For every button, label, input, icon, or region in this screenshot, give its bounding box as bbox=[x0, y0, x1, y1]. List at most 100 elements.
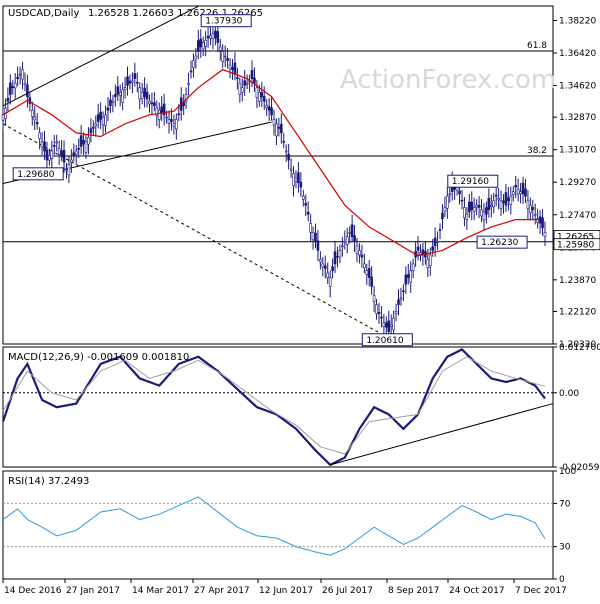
candle-body bbox=[541, 217, 544, 229]
candle-body bbox=[319, 259, 322, 263]
candle-body bbox=[448, 193, 452, 196]
candle-body bbox=[392, 317, 395, 331]
candle-body bbox=[358, 250, 361, 256]
candle-body bbox=[524, 188, 527, 197]
candle-body bbox=[441, 212, 444, 220]
candle-body bbox=[499, 200, 503, 209]
candle-body bbox=[177, 113, 181, 116]
candle-body bbox=[492, 200, 496, 208]
price-tick-label: 1.32870 bbox=[559, 113, 596, 123]
candle-body bbox=[79, 135, 83, 147]
candle-body bbox=[341, 245, 344, 248]
candle-body bbox=[23, 82, 27, 86]
rsi-tick-label: 30 bbox=[559, 543, 571, 553]
candle-body bbox=[62, 150, 66, 163]
price-tick-label: 1.31070 bbox=[559, 146, 596, 156]
candle-body bbox=[138, 87, 142, 100]
candle-body bbox=[65, 168, 68, 171]
candle-body bbox=[111, 100, 115, 103]
candle-body bbox=[243, 80, 247, 86]
candle-body bbox=[245, 82, 249, 85]
candle-body bbox=[345, 236, 349, 245]
x-tick-label: 7 Dec 2017 bbox=[515, 586, 567, 596]
candle-body bbox=[419, 252, 422, 255]
x-tick-label: 26 Jul 2017 bbox=[322, 586, 373, 596]
candle-body bbox=[433, 237, 437, 247]
candle-body bbox=[165, 116, 168, 119]
candle-body bbox=[126, 76, 129, 86]
candle-body bbox=[367, 268, 371, 278]
moving-average-line bbox=[2, 68, 541, 257]
candle-body bbox=[150, 102, 154, 105]
candle-body bbox=[175, 119, 178, 130]
candle-body bbox=[67, 164, 71, 176]
candle-body bbox=[438, 229, 442, 231]
candle-body bbox=[338, 250, 342, 258]
candle-body bbox=[404, 274, 408, 285]
candle-body bbox=[311, 231, 315, 241]
candle-body bbox=[409, 270, 413, 283]
candle-body bbox=[87, 137, 90, 145]
rsi-panel-frame bbox=[2, 470, 554, 580]
candle-body bbox=[43, 141, 46, 152]
candle-body bbox=[121, 89, 124, 103]
candle-body bbox=[9, 82, 12, 95]
candle-body bbox=[511, 191, 515, 195]
candle-body bbox=[304, 203, 308, 206]
candle-body bbox=[60, 150, 63, 156]
candle-body bbox=[475, 204, 478, 208]
price-annotation-label: 1.37930 bbox=[205, 17, 242, 27]
candle-body bbox=[84, 141, 88, 153]
candle-body bbox=[145, 91, 149, 100]
candle-body bbox=[21, 69, 24, 80]
watermark: ActionForex.com bbox=[340, 65, 556, 95]
price-marker-label: 1.25980 bbox=[557, 241, 594, 251]
x-tick-label: 27 Jan 2017 bbox=[66, 586, 120, 596]
candle-body bbox=[399, 297, 403, 300]
candle-body bbox=[262, 96, 266, 102]
candle-body bbox=[148, 100, 151, 105]
candle-body bbox=[323, 265, 327, 269]
candle-body bbox=[1, 114, 5, 121]
x-tick-label: 27 Apr 2017 bbox=[194, 586, 250, 596]
candle-body bbox=[128, 80, 132, 84]
candle-body bbox=[214, 30, 217, 39]
candle-body bbox=[326, 272, 330, 278]
candle-body bbox=[253, 77, 256, 84]
candle-body bbox=[482, 211, 486, 221]
candle-body bbox=[204, 39, 207, 47]
candle-body bbox=[52, 144, 56, 147]
x-tick-label: 12 Jun 2017 bbox=[259, 586, 313, 596]
candle-body bbox=[472, 207, 476, 212]
candle-body bbox=[240, 87, 244, 93]
candle-body bbox=[497, 198, 500, 201]
price-tick-label: 1.29270 bbox=[559, 178, 596, 188]
candle-body bbox=[426, 259, 430, 268]
candle-body bbox=[411, 263, 415, 272]
moving-average bbox=[2, 68, 541, 257]
macd-tick-label: 0.012700 bbox=[559, 343, 600, 353]
candle-body bbox=[382, 322, 386, 327]
candle-body bbox=[13, 82, 17, 89]
candle-body bbox=[123, 87, 127, 90]
candle-body bbox=[446, 195, 449, 209]
candle-body bbox=[50, 150, 54, 159]
candle-body bbox=[402, 290, 405, 293]
candle-body bbox=[187, 82, 190, 85]
candle-body bbox=[504, 192, 508, 206]
candle-body bbox=[101, 116, 105, 126]
candle-body bbox=[118, 91, 122, 96]
candle-body bbox=[226, 58, 229, 61]
candle-body bbox=[170, 119, 173, 122]
candle-body bbox=[443, 207, 447, 212]
candle-body bbox=[82, 139, 85, 145]
candle-body bbox=[199, 38, 203, 48]
macd-title: MACD(12,26,9) -0.001609 0.001810 bbox=[8, 352, 189, 363]
price-annotation-label: 1.26230 bbox=[481, 238, 518, 248]
candle-body bbox=[192, 60, 195, 68]
candle-body bbox=[209, 35, 212, 39]
candle-body bbox=[40, 141, 44, 148]
candle-body bbox=[99, 111, 102, 120]
candle-body bbox=[233, 62, 237, 75]
candle-body bbox=[231, 66, 234, 70]
